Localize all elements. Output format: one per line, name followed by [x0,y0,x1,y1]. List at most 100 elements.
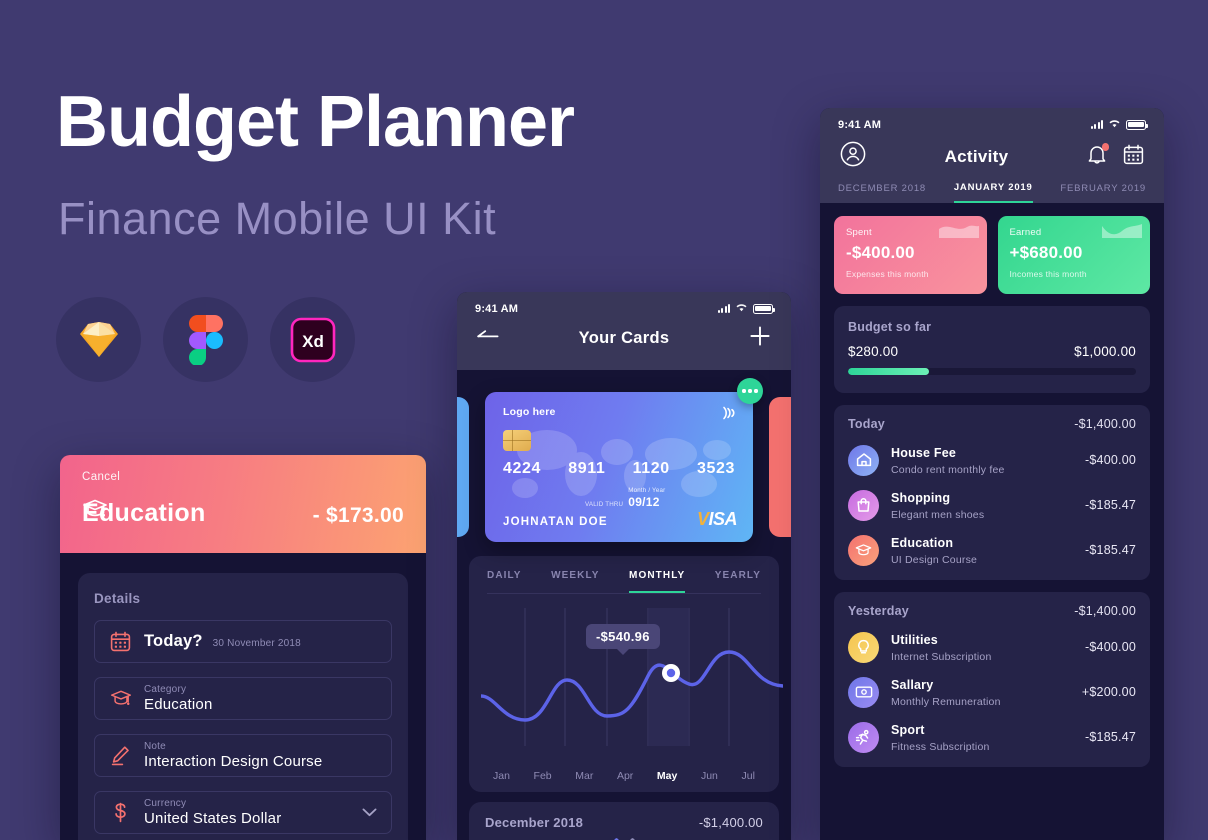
dollar-icon [109,801,132,824]
card-expiry-value: 09/12 [628,495,660,509]
earned-wave-icon [1102,224,1142,245]
earned-card[interactable]: Earned +$680.00 Incomes this month [997,216,1150,294]
transaction-row[interactable]: Utilities Internet Subscription -$400.00 [848,631,1136,663]
spent-wave-icon [938,224,979,245]
month-summary-card[interactable]: December 2018 -$1,400.00 [469,802,779,840]
previous-card[interactable] [457,397,469,537]
tab-january-2019[interactable]: JANUARY 2019 [953,182,1033,203]
details-card: Details Today? 30 November 2018 Category… [78,573,408,840]
date-field[interactable]: Today? 30 November 2018 [94,620,392,663]
calendar-icon [109,630,132,653]
transaction-desc: Elegant men shoes [891,509,985,521]
plus-icon[interactable] [749,325,771,352]
details-heading: Details [94,591,141,606]
battery-icon [1126,119,1149,130]
card-logo-text: Logo here [503,406,556,418]
currency-field-value: United States Dollar [144,810,282,827]
tab-daily[interactable]: DAILY [487,570,522,593]
card-number-group: 1120 [632,460,670,477]
graduation-cap-icon [109,687,132,710]
tab-february-2019[interactable]: FEBRUARY 2019 [1060,183,1146,202]
x-tick-may: May [656,770,678,782]
budget-progress-fill [848,368,929,375]
currency-field-label: Currency [144,798,187,809]
back-arrow-icon[interactable] [477,329,499,348]
card-holder-name: JOHNATAN DOE [503,516,608,528]
group-day-label: Yesterday [848,604,909,618]
date-hint: 30 November 2018 [212,638,301,649]
chart-period-tabs: DAILY WEEKLY MONTHLY YEARLY [481,570,767,593]
figma-icon [163,297,248,382]
chart-x-axis: Jan Feb Mar Apr May Jun Jul [481,768,767,782]
transaction-name: Sallary [891,678,934,692]
transaction-name: House Fee [891,446,957,460]
transaction-desc: Internet Subscription [891,651,992,663]
tab-monthly[interactable]: MONTHLY [629,570,686,593]
transaction-row[interactable]: House Fee Condo rent monthly fee -$400.0… [848,444,1136,476]
note-field[interactable]: Note Interaction Design Course [94,734,392,777]
card-number: 4224 8911 1120 3523 [503,460,735,478]
cards-header: 9:41 AM Your Cards [457,292,791,370]
sketch-icon [56,297,141,382]
credit-card[interactable]: Logo here 4224 8911 1120 3523 VALID THRU [485,392,753,542]
tab-yearly[interactable]: YEARLY [715,570,761,593]
currency-field[interactable]: Currency United States Dollar [94,791,392,834]
graduation-cap-icon [848,534,879,566]
activity-screen: 9:41 AM Activity DECEMBER 2018 JANUARY 2… [820,108,1164,840]
month-tabs: DECEMBER 2018 JANUARY 2019 FEBRUARY 2019 [820,182,1164,203]
spent-value: -$400.00 [846,243,915,262]
page-subtitle: Finance Mobile UI Kit [58,193,497,244]
transaction-row[interactable]: Sallary Monthly Remuneration +$200.00 [848,676,1136,708]
transaction-group-yesterday: Yesterday -$1,400.00 Utilities Internet … [834,592,1150,767]
svg-text:Xd: Xd [302,332,324,351]
cards-carousel[interactable]: Logo here 4224 8911 1120 3523 VALID THRU [457,370,791,548]
tab-december-2018[interactable]: DECEMBER 2018 [838,183,926,202]
x-tick-feb: Feb [533,770,552,782]
month-year-label: Month / Year [628,487,666,494]
chevron-down-icon[interactable] [362,804,377,822]
bell-icon[interactable] [1087,143,1109,170]
transaction-row[interactable]: Education UI Design Course -$185.47 [848,534,1136,566]
cellular-signal-icon [717,304,730,313]
budget-card: Budget so far $280.00 $1,000.00 [834,306,1150,393]
next-card[interactable] [769,397,791,537]
transaction-amount: -$400.00 [1085,453,1136,467]
calendar-icon[interactable] [1123,144,1144,170]
user-avatar-icon[interactable] [840,141,866,172]
x-tick-jul: Jul [741,770,755,782]
x-tick-jun: Jun [700,770,718,782]
transaction-row[interactable]: Sport Fitness Subscription -$185.47 [848,721,1136,753]
wifi-icon [1108,118,1121,131]
earned-value: +$680.00 [1009,243,1083,262]
education-screen: Cancel Education - $173.00 Details Today… [60,455,426,840]
running-icon [848,721,879,753]
budget-progress-bar [848,368,1136,375]
more-dots-icon[interactable] [737,378,763,404]
cancel-button[interactable]: Cancel [82,471,404,483]
x-tick-jan: Jan [493,770,510,782]
category-field-value: Education [144,696,213,713]
cards-navbar: Your Cards [457,319,791,360]
status-bar: 9:41 AM [820,108,1164,135]
tab-weekly[interactable]: WEEKLY [551,570,599,593]
cellular-signal-icon [1090,120,1103,129]
transaction-row[interactable]: Shopping Elegant men shoes -$185.47 [848,489,1136,521]
category-field[interactable]: Category Education [94,677,392,720]
card-number-group: 4224 [503,460,541,477]
card-expiry: VALID THRU Month / Year 09/12 [585,487,665,509]
transaction-name: Education [891,536,954,550]
group-total: -$1,400.00 [1074,417,1136,431]
earned-note: Incomes this month [1009,269,1087,279]
house-icon [848,444,879,476]
status-time: 9:41 AM [838,118,882,131]
budget-title: Budget so far [848,320,932,334]
transaction-amount: -$185.47 [1085,543,1136,557]
note-field-label: Note [144,741,166,752]
transaction-name: Utilities [891,633,938,647]
pencil-icon [109,744,132,767]
month-amount: -$1,400.00 [698,815,763,830]
transaction-amount: -$185.47 [1085,498,1136,512]
spent-card[interactable]: Spent -$400.00 Expenses this month [834,216,987,294]
transaction-desc: Monthly Remuneration [891,696,1001,708]
notification-badge [1101,143,1109,151]
